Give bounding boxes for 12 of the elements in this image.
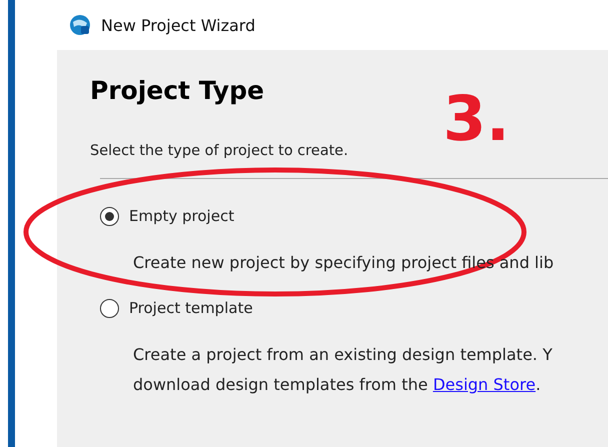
globe-icon — [69, 14, 91, 36]
option-label[interactable]: Empty project — [129, 207, 234, 225]
design-store-link[interactable]: Design Store — [432, 375, 536, 394]
page-heading: Project Type — [90, 76, 266, 105]
window-title: New Project Wizard — [101, 16, 256, 34]
step-number: 3. — [443, 88, 510, 150]
option-description: download design templates from the Design Store. — [133, 374, 542, 396]
option-description: Create a project from an existing design template. Y — [133, 344, 554, 366]
option-label[interactable]: Project template — [129, 299, 253, 317]
radio-button[interactable] — [100, 298, 119, 318]
radio-button[interactable] — [100, 206, 119, 226]
instruction-text: Select the type of project to create. — [90, 143, 350, 159]
